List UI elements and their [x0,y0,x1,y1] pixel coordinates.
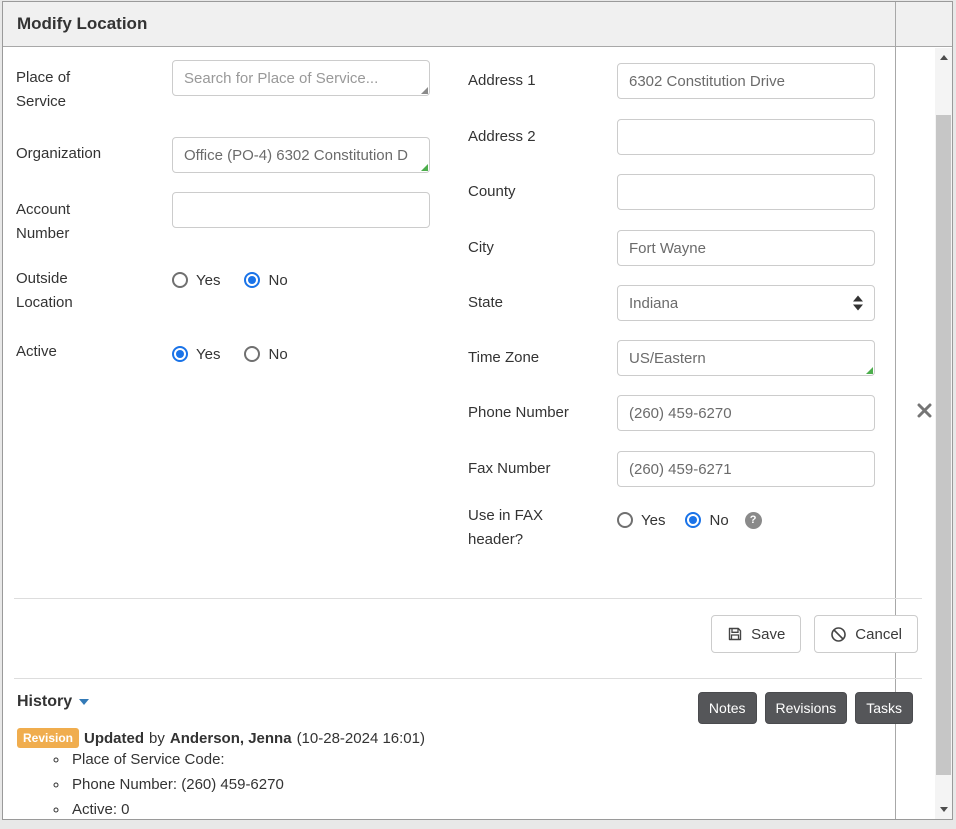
active-radio-group: Yes No [172,342,288,366]
history-button-row: Notes Revisions Tasks [698,692,913,724]
radio-unchecked-icon [172,272,188,288]
active-no-option[interactable]: No [244,346,287,363]
fax-number-input[interactable] [617,451,875,487]
notes-button[interactable]: Notes [698,692,757,724]
scroll-down-button[interactable] [935,801,952,818]
radio-unchecked-icon [244,346,260,362]
time-zone-value: US/Eastern [629,350,706,367]
state-value: Indiana [629,295,678,312]
action-button-row: Save Cancel [711,615,918,653]
outside-location-yes-option[interactable]: Yes [172,272,220,289]
revision-action: Updated [84,730,144,747]
scroll-down-icon [940,807,948,812]
vertical-scrollbar[interactable] [935,48,952,819]
active-no-label: No [268,346,287,363]
address1-input[interactable] [617,63,875,99]
address1-label: Address 1 [468,69,588,93]
county-label: County [468,180,588,204]
divider [14,678,922,679]
use-in-fax-header-yes-option[interactable]: Yes [617,512,665,529]
resize-handle-icon [421,164,428,171]
active-label: Active [16,340,112,364]
history-title-label: History [17,693,72,711]
city-label: City [468,236,588,260]
place-of-service-combobox[interactable]: Search for Place of Service... [172,60,430,96]
scroll-up-icon [940,55,948,60]
resize-handle-icon [866,367,873,374]
help-icon[interactable]: ? [745,512,762,529]
state-label: State [468,291,588,315]
use-in-fax-header-yes-label: Yes [641,512,665,529]
active-yes-label: Yes [196,346,220,363]
organization-value: Office (PO-4) 6302 Constitution D [184,147,408,164]
revision-change-item: Active: 0 [69,797,284,820]
scroll-up-button[interactable] [935,49,952,66]
revision-changes-list: Place of Service Code: Phone Number: (26… [17,747,284,820]
radio-checked-icon [172,346,188,362]
address2-label: Address 2 [468,125,588,149]
cancel-button[interactable]: Cancel [814,615,918,653]
phone-number-label: Phone Number [468,401,588,425]
place-of-service-placeholder: Search for Place of Service... [184,70,378,87]
organization-label: Organization [16,142,112,166]
radio-checked-icon [244,272,260,288]
revision-timestamp: (10-28-2024 16:01) [297,730,425,747]
county-input[interactable] [617,174,875,210]
use-in-fax-header-label: Use in FAX header? [468,504,588,552]
outside-location-yes-label: Yes [196,272,220,289]
save-button[interactable]: Save [711,615,801,653]
revision-entry-header: Revision Updated by Anderson, Jenna (10-… [17,728,425,748]
state-select[interactable]: Indiana [617,285,875,321]
revision-user: Anderson, Jenna [170,730,292,747]
use-in-fax-header-radio-group: Yes No ? [617,508,762,532]
save-icon [727,626,743,642]
outside-location-no-label: No [268,272,287,289]
radio-unchecked-icon [617,512,633,528]
phone-number-input[interactable] [617,395,875,431]
use-in-fax-header-no-option[interactable]: No [685,512,728,529]
time-zone-combobox[interactable]: US/Eastern [617,340,875,376]
history-toggle[interactable]: History [17,693,89,711]
divider [14,598,922,599]
resize-handle-icon [421,87,428,94]
modal-header: Modify Location [3,2,952,47]
revision-change-item: Place of Service Code: [69,747,284,772]
revision-change-item: Phone Number: (260) 459-6270 [69,772,284,797]
organization-combobox[interactable]: Office (PO-4) 6302 Constitution D [172,137,430,173]
radio-checked-icon [685,512,701,528]
modify-location-modal: Modify Location Place of Service Search … [2,1,953,820]
account-number-label: Account Number [16,198,112,246]
city-input[interactable] [617,230,875,266]
select-arrows-icon [853,296,863,311]
outside-location-radio-group: Yes No [172,268,288,292]
revision-connector: by [149,730,165,747]
save-button-label: Save [751,626,785,643]
outside-location-label: Outside Location [16,267,112,315]
outside-location-no-option[interactable]: No [244,272,287,289]
modal-title: Modify Location [3,14,147,34]
scrollbar-thumb[interactable] [936,115,951,775]
chevron-down-icon [79,699,89,705]
cancel-icon [830,626,847,643]
tasks-button[interactable]: Tasks [855,692,913,724]
revisions-button[interactable]: Revisions [765,692,848,724]
time-zone-label: Time Zone [468,346,588,370]
fax-number-label: Fax Number [468,457,588,481]
cancel-button-label: Cancel [855,626,902,643]
place-of-service-label: Place of Service [16,66,112,114]
address2-input[interactable] [617,119,875,155]
active-yes-option[interactable]: Yes [172,346,220,363]
use-in-fax-header-no-label: No [709,512,728,529]
close-icon [917,403,932,418]
revision-badge: Revision [17,728,79,748]
account-number-input[interactable] [172,192,430,228]
